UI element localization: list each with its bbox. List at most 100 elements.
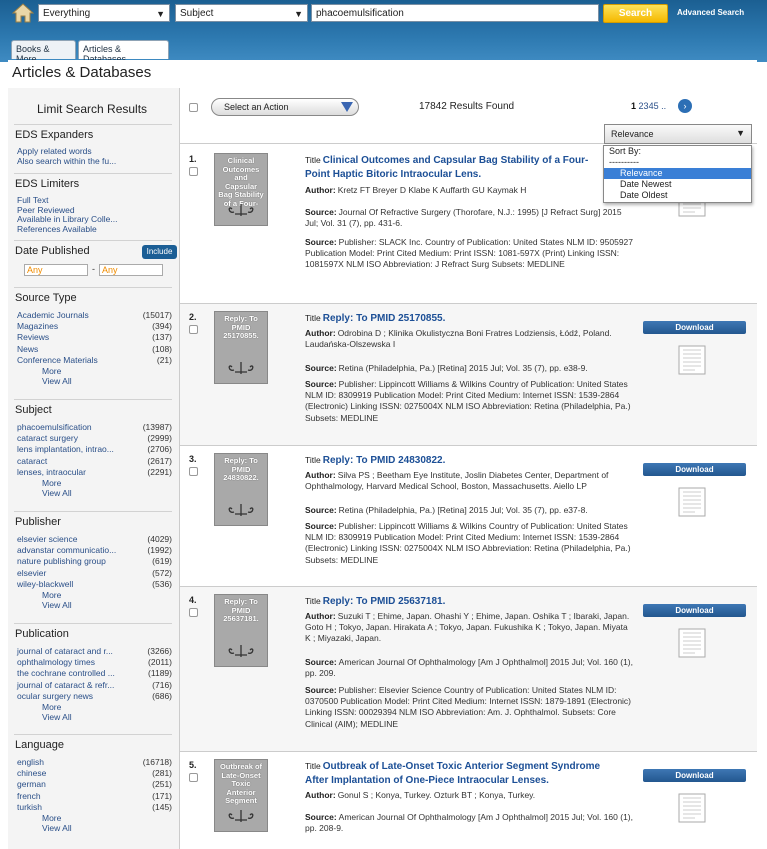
date-published-section: Date Published Include Any - Any	[14, 240, 177, 284]
thumbnail-text: Reply: To PMID 25637181.	[223, 597, 259, 623]
action-select-label: Select an Action	[224, 102, 289, 112]
view-all-link[interactable]: View All	[14, 600, 172, 610]
scope-select[interactable]: Everything ▼	[38, 4, 170, 22]
result-thumbnail[interactable]: Reply: To PMID 24830822.	[214, 453, 268, 526]
limiter-link[interactable]: References Available	[14, 224, 172, 235]
date-to-input[interactable]: Any	[99, 264, 163, 276]
result-title-link[interactable]: Clinical Outcomes and Capsular Bag Stabi…	[305, 155, 588, 180]
result-title-link[interactable]: Reply: To PMID 25637181.	[323, 596, 446, 607]
result-title-link[interactable]: Reply: To PMID 24830822.	[323, 455, 446, 466]
result-thumbnail[interactable]: Clinical Outcomes and Capsular Bag Stabi…	[214, 153, 268, 226]
home-icon[interactable]	[12, 3, 34, 23]
document-icon[interactable]	[677, 792, 707, 824]
result-source: Source: Journal Of Refractive Surgery (Th…	[305, 207, 622, 229]
facet-item[interactable]: ocular surgery news (686)	[14, 691, 172, 702]
scope-select-value: Everything	[43, 8, 91, 19]
result-thumbnail[interactable]: Reply: To PMID 25170855.	[214, 311, 268, 384]
download-button[interactable]: Download	[643, 604, 746, 617]
result-title: Title Reply: To PMID 24830822.	[305, 455, 446, 466]
tab-books-and-more[interactable]: Books & More	[11, 40, 76, 64]
facet-item[interactable]: elsevier (572)	[14, 568, 172, 579]
facet-item[interactable]: ophthalmology times (2011)	[14, 657, 172, 668]
facet-item[interactable]: Reviews (137)	[14, 332, 172, 343]
result-thumbnail[interactable]: Reply: To PMID 25637181.	[214, 594, 268, 667]
facet-item[interactable]: advanstar communicatio... (1992)	[14, 545, 172, 556]
facet-item[interactable]: elsevier science (4029)	[14, 534, 172, 545]
source-type-section: Source Type Academic Journals (15017) Mag…	[14, 287, 172, 386]
facet-item[interactable]: cataract (2617)	[14, 456, 172, 467]
result-source: Source: Retina (Philadelphia, Pa.) [Retin…	[305, 363, 588, 373]
date-from-input[interactable]: Any	[24, 264, 88, 276]
view-all-link[interactable]: View All	[14, 376, 172, 386]
facet-item[interactable]: chinese (281)	[14, 768, 172, 779]
sort-option-date-newest[interactable]: Date Newest	[604, 179, 751, 190]
top-search-bar: Everything ▼ Subject ▼ phacoemulsification…	[0, 0, 767, 64]
facet-item[interactable]: News (108)	[14, 344, 172, 355]
download-button[interactable]: Download	[643, 321, 746, 334]
result-title-link[interactable]: Reply: To PMID 25170855.	[323, 313, 446, 324]
facet-item[interactable]: cataract surgery (2999)	[14, 433, 172, 444]
view-all-link[interactable]: View All	[14, 488, 172, 498]
more-link[interactable]: More	[14, 366, 172, 376]
more-link[interactable]: More	[14, 702, 172, 712]
select-all-checkbox[interactable]	[189, 103, 198, 112]
facet-item[interactable]: lens implantation, intrao... (2706)	[14, 444, 172, 455]
facet-item[interactable]: turkish (145)	[14, 802, 172, 813]
page-link-current[interactable]: 1	[631, 101, 636, 111]
sort-select[interactable]: Relevance ▼	[604, 124, 752, 144]
facet-item[interactable]: Conference Materials (21)	[14, 355, 172, 366]
document-icon[interactable]	[677, 627, 707, 659]
search-input[interactable]: phacoemulsification	[311, 4, 599, 22]
facet-item[interactable]: wiley-blackwell (536)	[14, 579, 172, 590]
facet-item[interactable]: Academic Journals (15017)	[14, 310, 172, 321]
view-all-link[interactable]: View All	[14, 823, 172, 833]
facet-item[interactable]: Magazines (394)	[14, 321, 172, 332]
facet-item[interactable]: the cochrane controlled ... (1189)	[14, 668, 172, 679]
view-all-link[interactable]: View All	[14, 712, 172, 722]
facet-item[interactable]: nature publishing group (619)	[14, 556, 172, 567]
eds-limiters-section: EDS Limiters Full Text Peer Reviewed Ava…	[14, 173, 172, 234]
facet-item[interactable]: german (251)	[14, 779, 172, 790]
document-icon[interactable]	[677, 486, 707, 518]
page-link[interactable]: 5	[654, 101, 659, 111]
advanced-search-link[interactable]: Advanced Search	[677, 8, 744, 17]
result-number: 1.	[189, 154, 197, 164]
facet-item[interactable]: phacoemulsification (13987)	[14, 422, 172, 433]
result-checkbox[interactable]	[189, 773, 198, 782]
more-link[interactable]: More	[14, 813, 172, 823]
action-select[interactable]: Select an Action	[211, 98, 359, 116]
document-icon[interactable]	[677, 344, 707, 376]
result-checkbox[interactable]	[189, 608, 198, 617]
ornament-icon	[228, 204, 254, 216]
result-checkbox[interactable]	[189, 167, 198, 176]
tab-articles-databases[interactable]: Articles & Databases	[78, 40, 169, 64]
facet-item[interactable]: french (171)	[14, 791, 172, 802]
next-page-icon[interactable]: ›	[678, 99, 692, 113]
result-item: 3. Reply: To PMID 24830822. Title Reply: …	[180, 446, 757, 587]
page-content: Articles & Databases Limit Search Result…	[8, 60, 757, 849]
result-title-link[interactable]: Outbreak of Late-Onset Toxic Anterior Se…	[305, 761, 600, 786]
download-button[interactable]: Download	[643, 463, 746, 476]
facet-item[interactable]: journal of cataract and r... (3266)	[14, 646, 172, 657]
facet-item[interactable]: lenses, intraocular (2291)	[14, 467, 172, 478]
download-button[interactable]: Download	[643, 769, 746, 782]
expander-link[interactable]: Also search within the fu...	[14, 156, 172, 167]
sort-option-relevance[interactable]: Relevance	[604, 168, 751, 179]
result-author: Author: Kretz FT Breyer D Klabe K Auffart…	[305, 185, 527, 195]
publisher-section: Publisher elsevier science (4029) advanst…	[14, 511, 172, 610]
thumbnail-text: Outbreak of Late-Onset Toxic Anterior Se…	[219, 762, 263, 805]
sort-option-date-oldest[interactable]: Date Oldest	[604, 190, 751, 201]
facet-item[interactable]: english (16718)	[14, 757, 172, 768]
include-button[interactable]: Include	[142, 245, 177, 259]
result-thumbnail[interactable]: Outbreak of Late-Onset Toxic Anterior Se…	[214, 759, 268, 832]
search-button[interactable]: Search	[603, 4, 668, 23]
result-title: Title Reply: To PMID 25170855.	[305, 313, 446, 324]
chevron-down-icon: ▼	[736, 128, 745, 138]
result-item: 2. Reply: To PMID 25170855. Title Reply: …	[180, 304, 757, 446]
field-select[interactable]: Subject ▼	[175, 4, 308, 22]
result-checkbox[interactable]	[189, 467, 198, 476]
more-link[interactable]: More	[14, 590, 172, 600]
result-checkbox[interactable]	[189, 325, 198, 334]
facet-item[interactable]: journal of cataract & refr... (716)	[14, 680, 172, 691]
more-link[interactable]: More	[14, 478, 172, 488]
